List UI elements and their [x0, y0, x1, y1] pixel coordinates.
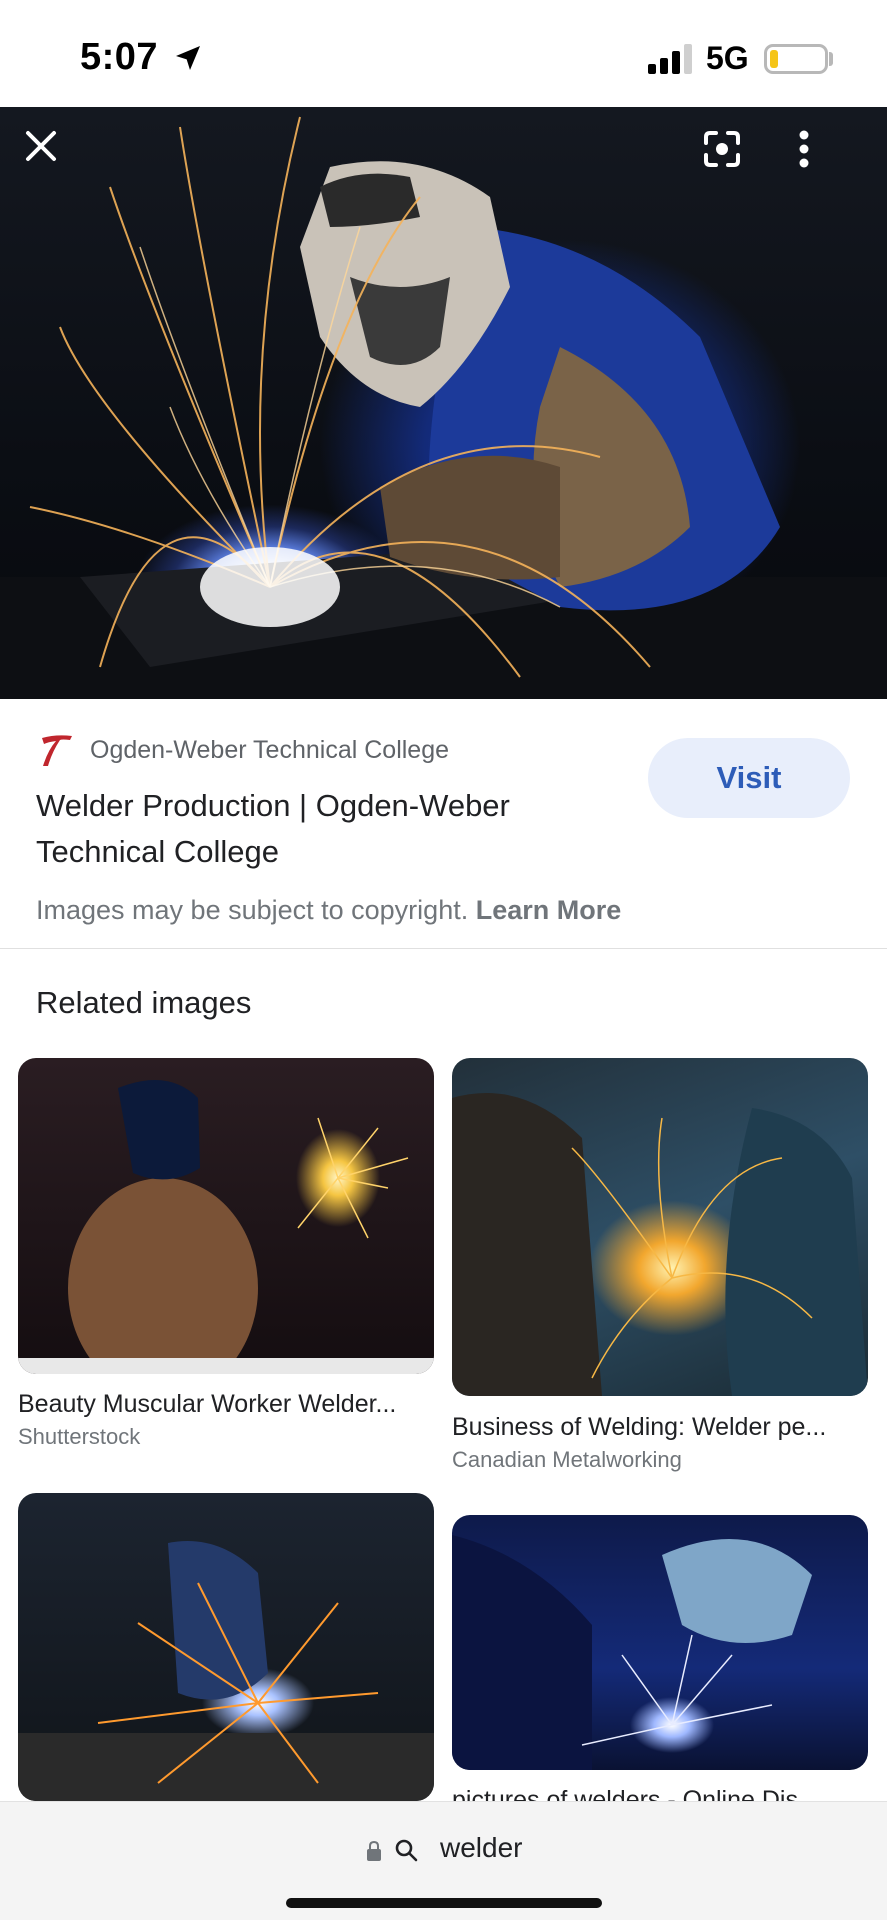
related-image-2[interactable]: [452, 1058, 868, 1396]
related-source-2: Canadian Metalworking: [452, 1447, 682, 1472]
status-time: 5:07: [80, 36, 159, 78]
divider: [0, 948, 887, 949]
more-vert-icon: [799, 130, 809, 168]
copyright-notice: Images may be subject to copyright. Lear…: [36, 895, 621, 926]
welder-illustration: [0, 116, 887, 699]
lens-button[interactable]: [702, 129, 766, 193]
ogden-weber-logo-icon: [42, 735, 72, 766]
battery-cap: [829, 52, 833, 66]
network-type: 5G: [706, 40, 749, 76]
source-row[interactable]: Ogden-Weber Technical College: [36, 728, 449, 772]
welder-workshop-image: [18, 1541, 434, 1801]
status-bar: 5:07 5G: [0, 0, 887, 107]
welders-sparks-image: [452, 1093, 868, 1396]
blue-welding-image: [452, 1535, 812, 1770]
related-title-1[interactable]: Beauty Muscular Worker Welder...: [18, 1390, 434, 1419]
learn-more-link[interactable]: Learn More: [476, 895, 622, 925]
bottom-search-bar[interactable]: welder: [0, 1801, 887, 1920]
close-button[interactable]: [24, 129, 88, 193]
related-image-3[interactable]: [18, 1493, 434, 1801]
search-query[interactable]: welder: [440, 1832, 522, 1864]
copyright-text: Images may be subject to copyright.: [36, 895, 469, 925]
location-arrow-icon: [176, 46, 200, 70]
more-options-button[interactable]: [798, 129, 862, 193]
related-images-heading: Related images: [36, 985, 252, 1020]
muscular-welder-image: [18, 1080, 434, 1374]
main-image[interactable]: [0, 107, 887, 699]
related-image-1[interactable]: [18, 1058, 434, 1374]
source-name: Ogden-Weber Technical College: [90, 735, 450, 764]
battery-fill: [770, 50, 778, 68]
battery-icon: [764, 44, 828, 74]
search-icon: [395, 1839, 418, 1862]
google-lens-icon: [704, 131, 740, 167]
related-source-1: Shutterstock: [18, 1424, 141, 1449]
lock-icon: [367, 1840, 381, 1861]
related-image-4[interactable]: [452, 1515, 868, 1770]
result-title[interactable]: Welder Production | Ogden-Weber Technica…: [36, 783, 596, 875]
visit-button[interactable]: Visit: [648, 738, 850, 818]
related-title-2[interactable]: Business of Welding: Welder pe...: [452, 1413, 868, 1442]
close-icon: [26, 131, 56, 161]
home-indicator[interactable]: [286, 1898, 602, 1908]
cellular-signal-icon: [648, 44, 692, 74]
